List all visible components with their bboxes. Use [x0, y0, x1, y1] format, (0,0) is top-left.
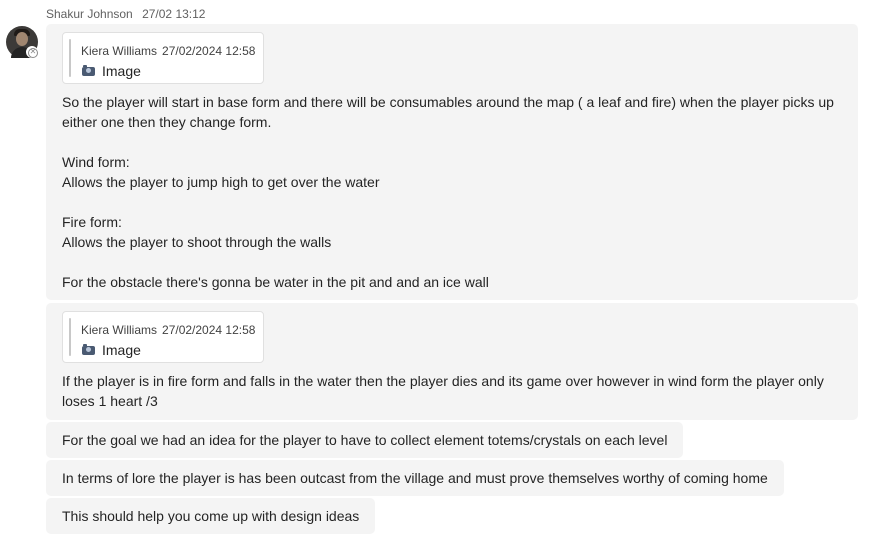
camera-icon	[82, 64, 95, 76]
message-text: So the player will start in base form an…	[62, 92, 842, 292]
message-bubble[interactable]: Kiera Williams 27/02/2024 12:58 Image So …	[46, 24, 858, 300]
message-line: either one then they change form.	[62, 114, 272, 130]
camera-icon	[82, 343, 95, 355]
message-line: loses 1 heart /3	[62, 393, 158, 409]
message-text: If the player is in fire form and falls …	[62, 371, 842, 411]
quote-time: 27/02/2024 12:58	[162, 44, 256, 58]
quote-author: Kiera Williams	[81, 323, 158, 337]
message-timestamp: 27/02 13:12	[142, 7, 206, 21]
sender-name[interactable]: Shakur Johnson	[46, 7, 133, 21]
message-text: For the goal we had an idea for the play…	[62, 432, 668, 448]
message-line: Allows the player to shoot through the w…	[62, 234, 332, 250]
message-bubble[interactable]: In terms of lore the player is has been …	[46, 460, 784, 496]
message-line: So the player will start in base form an…	[62, 94, 834, 110]
message-line: Allows the player to jump high to get ov…	[62, 174, 380, 190]
quote-author: Kiera Williams	[81, 44, 158, 58]
message-bubble[interactable]: For the goal we had an idea for the play…	[46, 422, 684, 458]
message-line: Fire form:	[62, 214, 122, 230]
attachment-label: Image	[102, 63, 141, 79]
message-text: In terms of lore the player is has been …	[62, 470, 768, 486]
avatar-face	[16, 32, 28, 46]
message-line: For the obstacle there's gonna be water …	[62, 274, 489, 290]
quoted-reply[interactable]: Kiera Williams 27/02/2024 12:58 Image	[62, 311, 264, 363]
attachment-label: Image	[102, 342, 141, 358]
message-header: Shakur Johnson 27/02 13:12	[46, 7, 205, 21]
quote-header: Kiera Williams 27/02/2024 12:58	[81, 322, 255, 338]
message-bubble[interactable]: This should help you come up with design…	[46, 498, 376, 534]
message-line: Wind form:	[62, 154, 130, 170]
message-text: This should help you come up with design…	[62, 508, 360, 524]
quote-attachment: Image	[82, 341, 141, 359]
quoted-reply[interactable]: Kiera Williams 27/02/2024 12:58 Image	[62, 32, 264, 84]
quote-time: 27/02/2024 12:58	[162, 323, 256, 337]
quote-attachment: Image	[82, 62, 141, 80]
quote-header: Kiera Williams 27/02/2024 12:58	[81, 43, 255, 59]
message-bubble[interactable]: Kiera Williams 27/02/2024 12:58 Image If …	[46, 303, 858, 420]
message-line: If the player is in fire form and falls …	[62, 373, 824, 389]
offline-status-icon: ✕	[26, 46, 38, 58]
